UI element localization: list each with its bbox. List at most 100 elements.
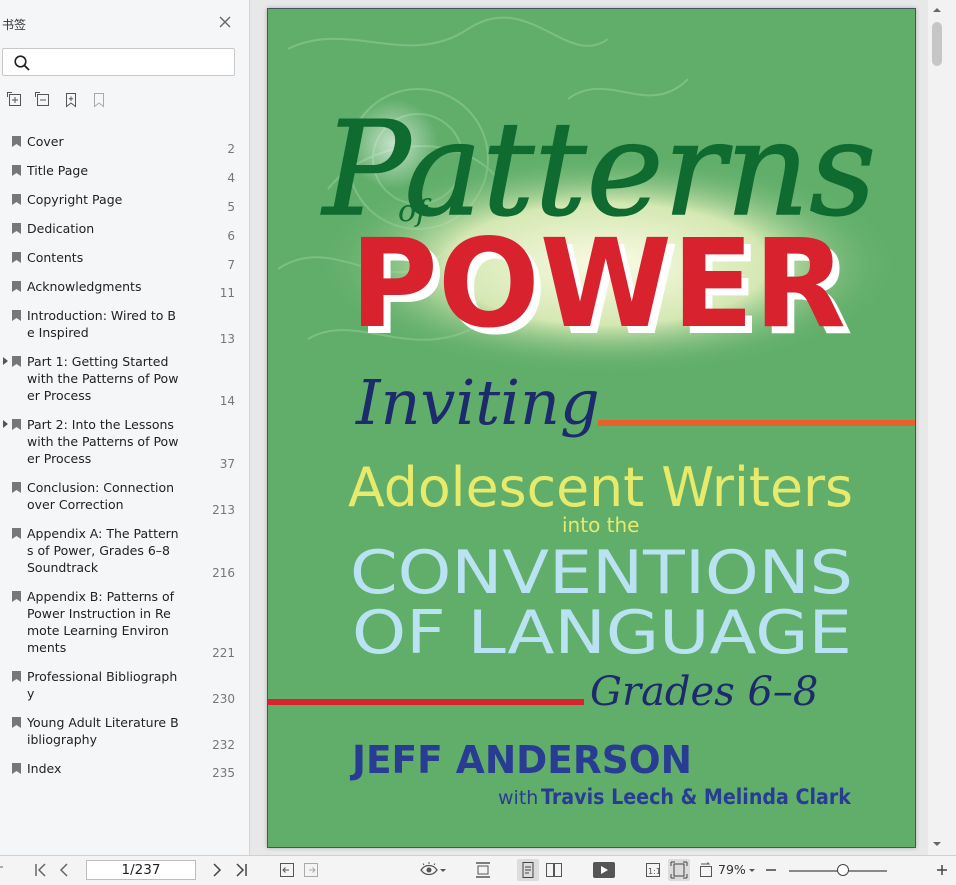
sidebar-title: 书签 [2, 18, 27, 32]
bookmark-icon [12, 310, 21, 321]
vertical-scrollbar[interactable] [928, 0, 956, 855]
bookmark-icon [12, 356, 21, 367]
bookmark-search-field[interactable] [2, 48, 235, 76]
single-page-mode-button[interactable] [517, 859, 539, 881]
fit-page-button[interactable] [668, 859, 690, 881]
bookmark-page: 4 [227, 171, 235, 185]
bookmark-label: Conclusion: Connection over Correction [27, 480, 175, 512]
bookmark-label: Young Adult Literature Bibliography [27, 715, 179, 747]
zoom-dropdown-icon[interactable] [748, 861, 756, 879]
bookmark-icon [12, 194, 21, 205]
close-icon[interactable] [217, 14, 233, 30]
scrollbar-thumb[interactable] [932, 22, 942, 66]
bookmark-sidebar: 书签 Cover 2 Title Page 4 Copyright Page 5… [0, 0, 250, 855]
cover-author: JEFF ANDERSON [349, 738, 692, 782]
eye-care-mode-icon[interactable] [419, 861, 447, 879]
cover-into-the: into the [562, 513, 640, 537]
red-rule [268, 699, 584, 705]
bookmark-label: Introduction: Wired to Be Inspired [27, 308, 176, 340]
scroll-up-icon[interactable] [932, 6, 942, 14]
bookmark-page: 14 [219, 394, 235, 408]
bookmark-icon [12, 717, 21, 728]
previous-page-icon[interactable] [57, 861, 71, 879]
expand-arrow-icon[interactable] [2, 419, 10, 429]
zoom-in-icon[interactable] [935, 861, 949, 879]
bookmark-icon [12, 252, 21, 263]
cover-line-adolescent: Adolescent Writers [348, 456, 853, 519]
book-cover-page: Patterns of POWER POWER Inviting Adolesc… [267, 8, 916, 848]
bookmark-page: 7 [227, 258, 235, 272]
expand-arrow-icon[interactable] [2, 356, 10, 366]
bookmark-label: Appendix B: Patterns of Power Instructio… [27, 589, 175, 655]
bookmark-icon [12, 281, 21, 292]
cover-coauthors: Travis Leech & Melinda Clark [541, 785, 852, 809]
bookmark-label: Professional Bibliography [27, 669, 178, 701]
bookmark-icon [12, 671, 21, 682]
bookmark-page: 6 [227, 229, 235, 243]
bookmark-icon [12, 482, 21, 493]
bookmark-label: Acknowledgments [27, 279, 142, 294]
bookmark-page: 213 [212, 503, 235, 517]
bookmark-page: 5 [227, 200, 235, 214]
svg-text:1:1: 1:1 [648, 867, 661, 876]
bookmark-icon [12, 591, 21, 602]
fit-page-icon [670, 861, 688, 879]
cover-title-power: POWER [350, 213, 846, 355]
slideshow-play-icon[interactable] [592, 861, 616, 879]
collapse-all-icon[interactable] [35, 92, 51, 108]
bookmark-page: 2 [227, 142, 235, 156]
scroll-down-icon[interactable] [932, 840, 942, 848]
page-number-input[interactable] [86, 860, 196, 880]
single-page-icon [522, 862, 534, 878]
bookmark-search-input[interactable] [35, 52, 229, 74]
bookmark-page: 235 [212, 766, 235, 780]
two-page-mode-icon[interactable] [545, 861, 563, 879]
zoom-level[interactable]: 79% [718, 862, 746, 877]
forward-view-icon[interactable] [303, 861, 319, 879]
actual-size-icon[interactable]: 1:1 [645, 861, 661, 879]
bookmark-icon [12, 528, 21, 539]
bookmark-page: 11 [219, 286, 235, 300]
first-page-icon[interactable] [33, 861, 49, 879]
bookmark-page: 37 [219, 457, 235, 471]
zoom-slider-handle[interactable] [837, 864, 849, 876]
left-edge-icon [0, 866, 3, 868]
bookmark-icon [12, 165, 21, 176]
bookmark-label: Part 1: Getting Started with the Pattern… [27, 354, 179, 403]
rotate-icon[interactable] [697, 861, 715, 879]
bookmark-page: 232 [212, 738, 235, 752]
delete-bookmark-icon[interactable] [91, 92, 107, 108]
next-page-icon[interactable] [210, 861, 224, 879]
bookmark-page: 221 [212, 646, 235, 660]
bookmark-icon [12, 763, 21, 774]
bookmark-label: Contents [27, 250, 84, 265]
cover-grades: Grades 6–8 [590, 669, 818, 715]
bottom-toolbar: 1:1 79% [0, 855, 956, 885]
cover-inviting: Inviting [355, 366, 600, 439]
cover-artwork: Patterns of POWER POWER Inviting Adolesc… [268, 16, 915, 809]
expand-all-icon[interactable] [7, 92, 23, 108]
orange-rule [598, 420, 915, 426]
bookmark-label: Appendix A: The Patterns of Power, Grade… [27, 526, 179, 575]
bookmark-label: Title Page [27, 163, 89, 178]
bookmark-label: Dedication [27, 221, 95, 236]
bookmark-icon [12, 223, 21, 234]
bookmark-label: Part 2: Into the Lessons with the Patter… [27, 417, 179, 466]
search-icon [14, 55, 30, 71]
bookmark-label: Cover [27, 134, 64, 149]
bookmark-label: Index [27, 761, 62, 776]
add-bookmark-icon[interactable] [63, 92, 79, 108]
bookmark-icon [12, 136, 21, 147]
bookmark-page: 13 [219, 332, 235, 346]
back-view-icon[interactable] [279, 861, 295, 879]
bookmark-page: 216 [212, 566, 235, 580]
document-view[interactable]: Patterns of POWER POWER Inviting Adolesc… [250, 0, 928, 855]
cover-with: with [498, 787, 538, 809]
last-page-icon[interactable] [233, 861, 249, 879]
cover-of-language: OF LANGUAGE [352, 598, 852, 668]
bookmark-icon [12, 419, 21, 430]
zoom-out-icon[interactable] [764, 861, 778, 879]
bookmark-label: Copyright Page [27, 192, 123, 207]
bookmark-page: 230 [212, 692, 235, 706]
fit-width-icon[interactable] [474, 861, 492, 879]
